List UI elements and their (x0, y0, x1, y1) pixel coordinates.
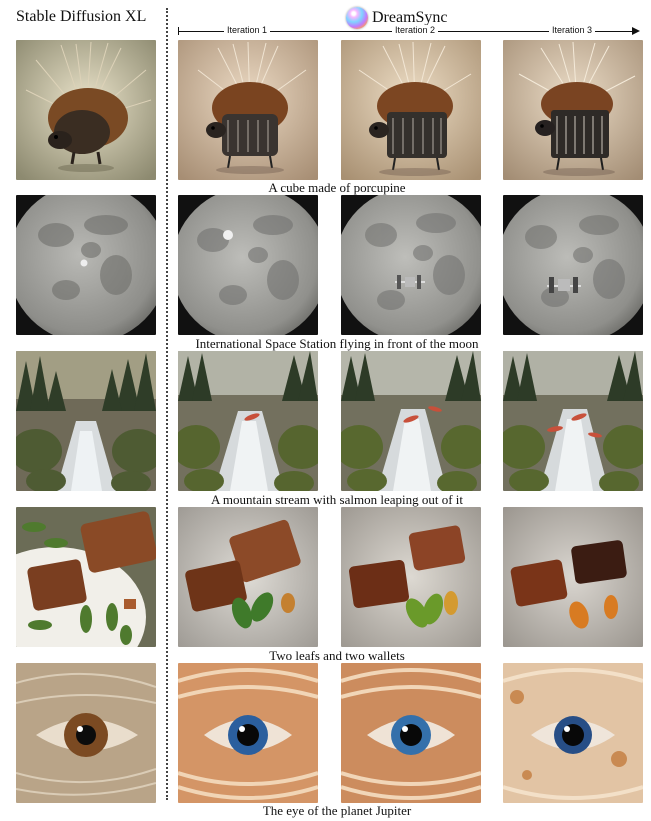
image-dreamsync-iter1-stream (178, 351, 318, 491)
row-caption-5: The eye of the planet Jupiter (262, 803, 412, 818)
image-dreamsync-iter2-stream (341, 351, 481, 491)
image-dreamsync-iter2-porcupine (341, 40, 481, 180)
image-sdxl-eye (16, 663, 156, 803)
row-caption-4: Two leafs and two wallets (269, 648, 405, 663)
iteration-2-label: Iteration 2 (392, 25, 439, 35)
row-caption-2: International Space Station flying in fr… (195, 336, 479, 351)
image-sdxl-stream (16, 351, 156, 491)
image-dreamsync-iter2-eye (341, 663, 481, 803)
image-dreamsync-iter1-eye (178, 663, 318, 803)
row-caption-1: A cube made of porcupine (268, 180, 406, 195)
image-dreamsync-iter1-wallets (178, 507, 318, 647)
image-dreamsync-iter2-moon (341, 195, 481, 335)
image-dreamsync-iter1-moon (178, 195, 318, 335)
iteration-3-label: Iteration 3 (549, 25, 596, 35)
image-sdxl-wallets (16, 507, 156, 647)
iteration-1-label: Iteration 1 (224, 25, 271, 35)
row-caption-3: A mountain stream with salmon leaping ou… (210, 492, 464, 507)
image-dreamsync-iter3-eye (503, 663, 643, 803)
iteration-axis-arrow-icon (632, 27, 640, 35)
dreamsync-logo-icon (346, 7, 368, 29)
column-divider (166, 8, 168, 800)
image-dreamsync-iter3-wallets (503, 507, 643, 647)
image-dreamsync-iter2-wallets (341, 507, 481, 647)
iteration-axis-start-tick (178, 27, 179, 35)
image-dreamsync-iter3-porcupine (503, 40, 643, 180)
image-dreamsync-iter1-porcupine (178, 40, 318, 180)
image-dreamsync-iter3-stream (503, 351, 643, 491)
image-dreamsync-iter3-moon (503, 195, 643, 335)
image-sdxl-porcupine (16, 40, 156, 180)
image-sdxl-moon (16, 195, 156, 335)
baseline-column-title: Stable Diffusion XL (16, 8, 147, 25)
